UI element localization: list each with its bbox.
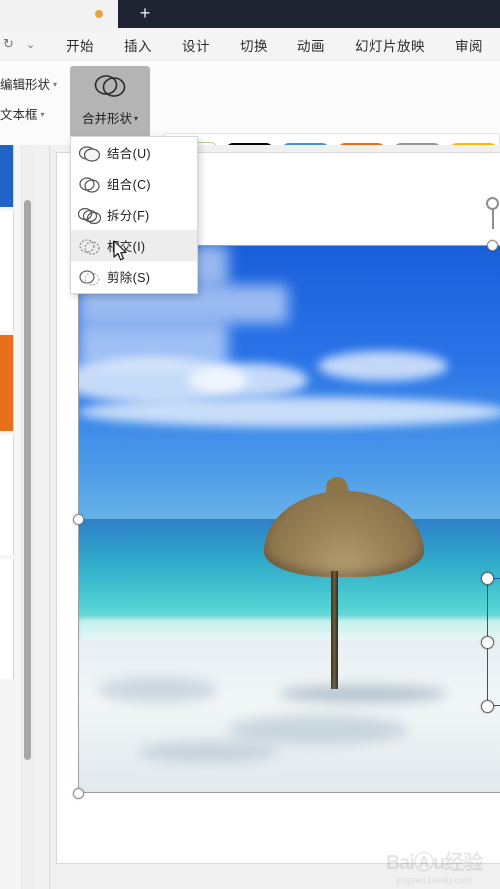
beach-photo[interactable]	[78, 245, 500, 793]
menu-item-subtract[interactable]: 剪除(S)	[71, 261, 197, 292]
merge-shapes-button[interactable]: 合并形状 ▾	[70, 66, 150, 138]
menu-item-label: 组合(C)	[107, 178, 151, 192]
resize-handle-top-right[interactable]	[487, 240, 498, 251]
ribbon-tab-6[interactable]: 审阅	[455, 35, 483, 55]
text-box-label: 文本框	[0, 108, 38, 122]
wordart-handle-top-left[interactable]	[481, 572, 494, 585]
wordart-handle-middle-left[interactable]	[481, 636, 494, 649]
unsaved-indicator-dot	[95, 10, 103, 18]
new-tab-button[interactable]: +	[134, 3, 156, 25]
shape-tools-group: 编辑形状 ▾ 文本框 ▾	[0, 61, 70, 145]
fragment-icon	[71, 199, 107, 230]
title-bar: +	[0, 0, 500, 28]
resize-handle-middle-left[interactable]	[73, 514, 84, 525]
merge-shapes-icon	[94, 75, 126, 97]
merge-shapes-label: 合并形状	[81, 112, 132, 126]
menu-item-union[interactable]: 结合(U)	[71, 137, 197, 168]
rotate-handle[interactable]	[486, 197, 499, 210]
cloud-shape	[78, 397, 500, 427]
ribbon-tab-5[interactable]: 幻灯片放映	[355, 35, 425, 55]
menu-item-label: 拆分(F)	[107, 209, 150, 223]
sand-shadow	[228, 715, 408, 745]
chevron-down-icon: ▾	[40, 110, 45, 119]
intersect-icon	[71, 230, 107, 261]
menu-item-label: 相交(I)	[107, 240, 146, 254]
umbrella-shadow	[278, 685, 448, 703]
ribbon-tab-3[interactable]: 切换	[240, 35, 268, 55]
ribbon-tab-2[interactable]: 设计	[182, 35, 210, 55]
edit-shape-label: 编辑形状	[0, 78, 51, 92]
slide-thumb-4[interactable]	[0, 435, 14, 555]
thumbnail-scrollbar-handle[interactable]	[24, 200, 31, 760]
baidu-jingyan-watermark: BaiⒶu经验 jingyan.baidu.com	[372, 846, 496, 885]
cloud-shape	[318, 351, 448, 381]
wordart-handle-bottom-left[interactable]	[481, 700, 494, 713]
combine-icon	[71, 168, 107, 199]
slide-thumb-5[interactable]	[0, 559, 14, 679]
ribbon-tab-bar: ↻ ⌄ 开始 插入 设计 切换 动画 幻灯片放映 审阅	[0, 28, 500, 61]
menu-item-label: 结合(U)	[107, 147, 151, 161]
rotation-stem	[492, 209, 494, 229]
chevron-down-icon: ▾	[134, 114, 139, 123]
cloud-shape	[188, 363, 308, 397]
document-tab-strip[interactable]	[118, 0, 500, 28]
subtract-icon	[71, 261, 107, 292]
chevron-down-icon[interactable]: ⌄	[26, 38, 35, 51]
redo-icon[interactable]: ↻	[3, 36, 14, 52]
menu-item-intersect[interactable]: 相交(I)	[71, 230, 197, 261]
resize-handle-bottom-left[interactable]	[73, 788, 84, 799]
cloud-shape	[78, 323, 228, 367]
edit-shape-button[interactable]: 编辑形状 ▾	[0, 74, 57, 93]
baidu-url-text: jingyan.baidu.com	[396, 875, 472, 885]
menu-item-label: 剪除(S)	[107, 271, 151, 285]
merge-shapes-dropdown-menu[interactable]: 结合(U) 组合(C) 拆分(F) 相交(I) 剪除(S)	[70, 136, 198, 294]
ribbon-tab-4[interactable]: 动画	[297, 35, 325, 55]
wps-presentation-window: + ↻ ⌄ 开始 插入 设计 切换 动画 幻灯片放映 审阅 编辑形状 ▾ 文本框 ▾ 合并形状 ▾	[0, 0, 500, 889]
slide-thumb-1[interactable]	[0, 145, 14, 207]
slide-thumb-3[interactable]	[0, 335, 14, 431]
slide-thumb-2[interactable]	[0, 211, 14, 331]
ribbon-body: 编辑形状▾ 文本框▾ 合并形状▾ AbcAbcAbcAbcAbcAbc	[0, 61, 500, 203]
slide-thumbnail-panel[interactable]	[0, 145, 22, 889]
menu-item-fragment[interactable]: 拆分(F)	[71, 199, 197, 230]
ribbon-tab-0[interactable]: 开始	[66, 35, 94, 55]
umbrella-pole	[331, 571, 338, 689]
sand-shadow	[138, 741, 278, 763]
ribbon-tab-1[interactable]: 插入	[124, 35, 152, 55]
merge-shapes-label-row: 合并形状 ▾	[70, 108, 150, 127]
panel-divider	[34, 145, 50, 889]
text-box-button[interactable]: 文本框 ▾	[0, 104, 45, 123]
baidu-brand-text: BaiⒶu经验	[385, 852, 483, 874]
sand-shadow	[98, 677, 218, 703]
menu-item-combine[interactable]: 组合(C)	[71, 168, 197, 199]
chevron-down-icon: ▾	[53, 80, 58, 89]
union-icon	[71, 137, 107, 168]
